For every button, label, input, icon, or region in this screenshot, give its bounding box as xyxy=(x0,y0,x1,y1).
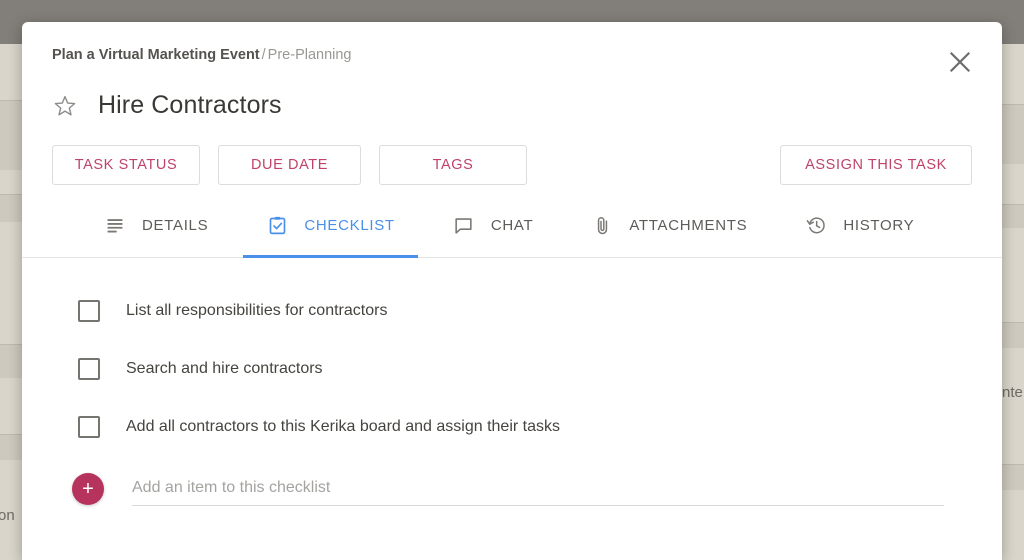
add-item-button[interactable]: + xyxy=(72,472,104,505)
checklist-item-label[interactable]: List all responsibilities for contractor… xyxy=(126,302,387,320)
task-actions-row: TASK STATUS DUE DATE TAGS ASSIGN THIS TA… xyxy=(52,144,972,185)
tab-checklist[interactable]: CHECKLIST xyxy=(243,205,418,258)
background-card xyxy=(0,434,22,460)
breadcrumb-separator: / xyxy=(261,47,266,63)
checklist-item-label[interactable]: Search and hire contractors xyxy=(126,360,323,378)
task-detail-dialog: Plan a Virtual Marketing Event / Pre-Plann… xyxy=(22,22,1002,560)
close-icon xyxy=(949,51,971,73)
tab-chat[interactable]: CHAT xyxy=(451,205,536,258)
dialog-header: Plan a Virtual Marketing Event / Pre-Plann… xyxy=(22,22,1002,258)
task-title-row: Hire Contractors xyxy=(52,89,972,123)
star-outline-icon[interactable] xyxy=(52,93,78,119)
clipboard-check-icon xyxy=(266,214,288,236)
tab-history-label: HISTORY xyxy=(843,216,915,234)
checklist-panel: List all responsibilities for contractor… xyxy=(22,258,1002,512)
tab-history[interactable]: HISTORY xyxy=(803,205,916,258)
background-card xyxy=(0,194,22,222)
checklist-checkbox[interactable] xyxy=(78,299,100,322)
checklist-checkbox[interactable] xyxy=(78,415,100,438)
background-text-fragment: nte xyxy=(1002,384,1023,401)
task-status-button[interactable]: TASK STATUS xyxy=(52,144,200,185)
checklist-checkbox[interactable] xyxy=(78,357,100,380)
background-card xyxy=(1002,464,1024,490)
list-item[interactable]: Add all contractors to this Kerika board… xyxy=(52,398,972,456)
background-card xyxy=(0,344,22,378)
tab-attachments[interactable]: ATTACHMENTS xyxy=(589,205,749,258)
page-title[interactable]: Hire Contractors xyxy=(98,91,282,120)
history-clock-icon xyxy=(805,214,827,236)
tab-details-label: DETAILS xyxy=(142,216,209,234)
breadcrumb-column[interactable]: Pre-Planning xyxy=(268,47,352,63)
tab-attachments-label: ATTACHMENTS xyxy=(629,216,748,234)
background-card xyxy=(1002,104,1024,164)
tab-bar: DETAILS CHECKLIST CHAT ATTACHMENTS HISTO… xyxy=(22,205,1002,258)
background-card xyxy=(1002,322,1024,348)
tab-details[interactable]: DETAILS xyxy=(102,205,210,258)
background-card xyxy=(0,100,22,170)
paperclip-icon xyxy=(591,214,613,236)
add-checklist-item-input[interactable] xyxy=(132,471,944,506)
breadcrumb-board[interactable]: Plan a Virtual Marketing Event xyxy=(52,47,260,63)
breadcrumb: Plan a Virtual Marketing Event / Pre-Plann… xyxy=(52,48,972,63)
due-date-button[interactable]: DUE DATE xyxy=(218,144,361,185)
checklist-item-label[interactable]: Add all contractors to this Kerika board… xyxy=(126,418,560,436)
background-text-fragment: on xyxy=(0,507,15,524)
background-card xyxy=(1002,204,1024,228)
tags-button[interactable]: TAGS xyxy=(379,144,527,185)
list-item[interactable]: Search and hire contractors xyxy=(52,340,972,398)
chat-bubble-icon xyxy=(453,214,475,236)
assign-this-task-button[interactable]: ASSIGN THIS TASK xyxy=(780,144,972,185)
close-button[interactable] xyxy=(940,42,980,82)
add-checklist-item-row: + xyxy=(52,466,972,512)
tab-chat-label: CHAT xyxy=(490,216,534,234)
tab-checklist-label: CHECKLIST xyxy=(304,216,395,234)
subject-icon xyxy=(104,214,126,236)
list-item[interactable]: List all responsibilities for contractor… xyxy=(52,282,972,340)
